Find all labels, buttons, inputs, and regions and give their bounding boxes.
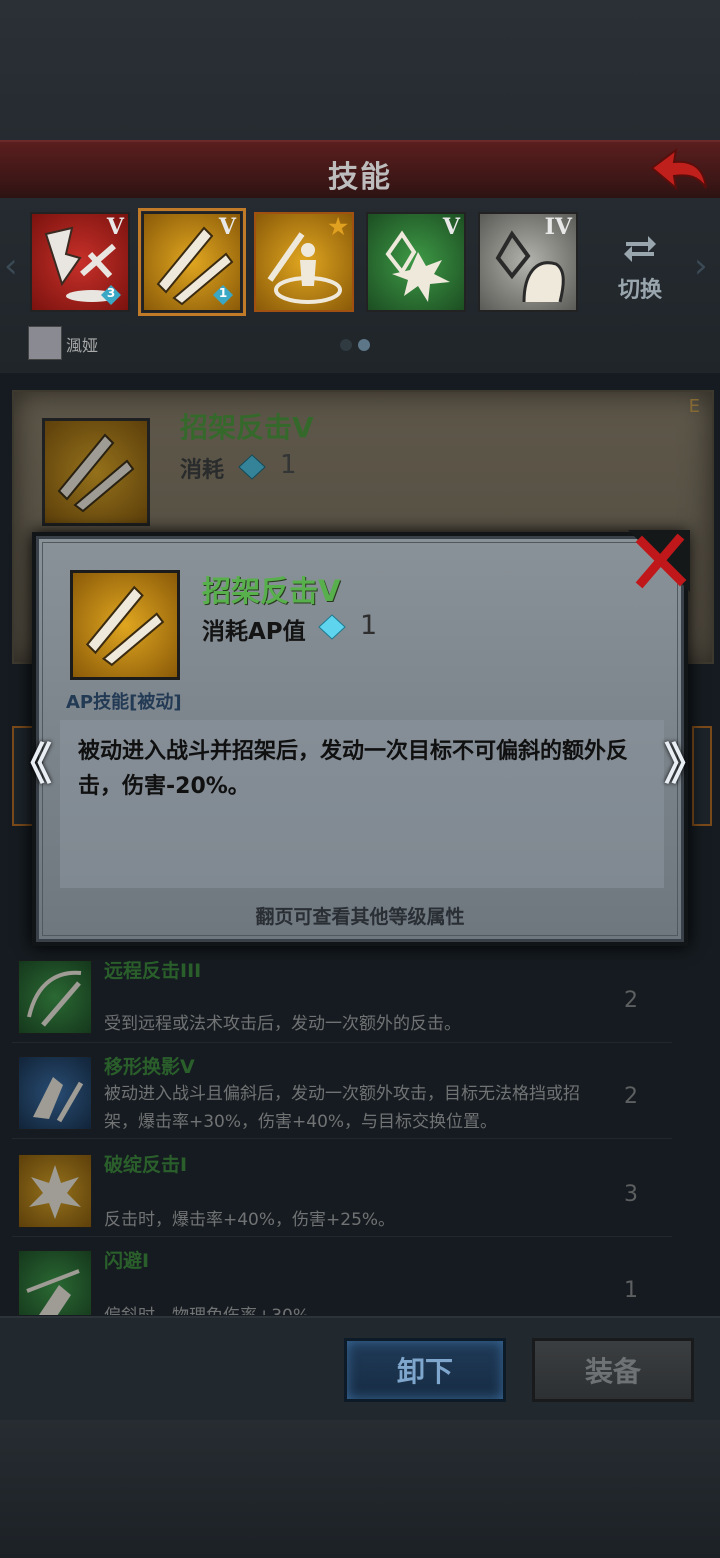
page-title: 技能 — [328, 160, 392, 195]
skill-rank: V — [442, 214, 460, 240]
skill-slot-2[interactable]: V 1 — [138, 208, 246, 316]
avatar[interactable] — [28, 326, 62, 360]
skill-slot-5[interactable]: IV — [478, 212, 578, 312]
gem-count: 1 — [218, 286, 228, 300]
back-arrow-icon[interactable] — [648, 146, 710, 194]
next-level-icon[interactable]: 》 — [664, 728, 708, 792]
gem-icon: 3 — [100, 284, 122, 306]
gem-icon — [318, 614, 346, 640]
popup-skill-name: 招架反击V — [202, 574, 341, 608]
prev-level-icon[interactable]: 《 — [8, 728, 52, 792]
skill-slot-3[interactable]: ★ — [254, 212, 354, 312]
page-dot — [340, 339, 352, 351]
hero-name: 渢娅 — [66, 336, 99, 355]
close-icon[interactable] — [628, 530, 690, 592]
description-box: 被动进入战斗并招架后，发动一次目标不可偏斜的额外反击，伤害-20%。 — [60, 720, 664, 888]
skill-detail-popup: 招架反击V 消耗AP值 1 AP技能[被动] 被动进入战斗并招架后，发动一次目标… — [32, 530, 690, 946]
page-dot-active — [358, 339, 370, 351]
prev-page-icon[interactable]: ‹ — [4, 246, 18, 286]
gem-icon: 1 — [212, 284, 234, 306]
switch-label: 切换 — [617, 278, 662, 303]
equipped-skill-bar: ‹ › V 3 V 1 ★ V IV 切换 渢娅 — [0, 198, 720, 373]
page-indicator — [340, 336, 376, 355]
swap-arrows-icon — [624, 236, 656, 262]
switch-button[interactable]: 切换 — [608, 228, 672, 308]
skill-slot-1[interactable]: V 3 — [30, 212, 130, 312]
skill-rank: V — [218, 214, 236, 240]
bottom-background — [0, 1420, 720, 1558]
skill-type-label: AP技能[被动] — [66, 692, 182, 713]
header-bar: 技能 — [0, 140, 720, 200]
gem-count: 3 — [106, 286, 116, 300]
unequip-button[interactable]: 卸下 — [344, 1338, 506, 1402]
skill-rank: IV — [544, 214, 572, 240]
page-hint: 翻页可查看其他等级属性 — [255, 906, 465, 928]
top-background — [0, 0, 720, 140]
star-icon: ★ — [328, 214, 348, 240]
skill-slot-4[interactable]: V — [366, 212, 466, 312]
crossed-swords-icon — [70, 570, 180, 680]
bottom-action-bar: 卸下 装备 — [0, 1316, 720, 1422]
popup-cost-label: 消耗AP值 — [202, 619, 306, 645]
popup-cost-value: 1 — [360, 610, 378, 641]
popup-description: 被动进入战斗并招架后，发动一次目标不可偏斜的额外反击，伤害-20%。 — [78, 739, 629, 799]
equip-button[interactable]: 装备 — [532, 1338, 694, 1402]
skill-rank: V — [106, 214, 124, 240]
next-page-icon[interactable]: › — [694, 246, 708, 286]
